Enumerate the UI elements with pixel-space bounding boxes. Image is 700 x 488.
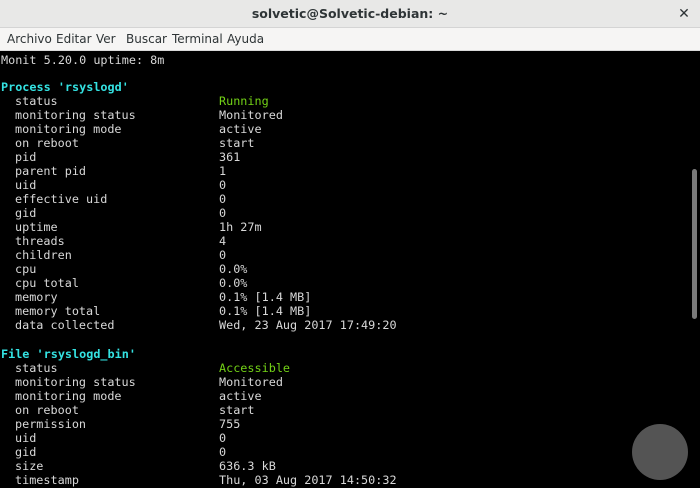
process-key: monitoring status (15, 108, 136, 122)
process-key: uid (15, 178, 37, 192)
process-value: 0 (219, 248, 227, 262)
file-key: on reboot (15, 403, 79, 417)
process-key: monitoring mode (15, 122, 122, 136)
process-key: on reboot (15, 136, 79, 150)
file-key: permission (15, 417, 87, 431)
process-key: effective uid (15, 192, 108, 206)
menu-archivo[interactable]: Archivo (7, 32, 52, 46)
process-key: memory (15, 290, 58, 304)
title-bar: solvetic@Solvetic-debian: ~ ✕ (0, 0, 700, 28)
file-value: 755 (219, 417, 241, 431)
file-value: active (219, 389, 262, 403)
menu-ver[interactable]: Ver (96, 32, 116, 46)
process-key: children (15, 248, 72, 262)
process-header: Process 'rsyslogd' (1, 80, 129, 94)
file-key: timestamp (15, 473, 79, 487)
file-value: 0 (219, 431, 227, 445)
window-title: solvetic@Solvetic-debian: ~ (251, 6, 449, 21)
file-value: Thu, 03 Aug 2017 14:50:32 (219, 473, 397, 487)
process-value: 361 (219, 150, 241, 164)
process-value: 0 (219, 178, 227, 192)
menu-buscar[interactable]: Buscar (126, 32, 167, 46)
file-value: Monitored (219, 375, 283, 389)
process-value: 1 (219, 164, 227, 178)
process-key: status (15, 94, 58, 108)
process-key: memory total (15, 304, 101, 318)
file-key: monitoring status (15, 375, 136, 389)
process-key: cpu (15, 262, 37, 276)
process-value: active (219, 122, 262, 136)
process-value: Monitored (219, 108, 283, 122)
file-key: status (15, 361, 58, 375)
process-value: 1h 27m (219, 220, 262, 234)
process-key: gid (15, 206, 37, 220)
process-status-value: Running (219, 94, 269, 108)
file-value: start (219, 403, 255, 417)
process-key: data collected (15, 318, 115, 332)
menu-bar: Archivo Editar Ver Buscar Terminal Ayuda (0, 28, 700, 51)
file-value: 0 (219, 445, 227, 459)
close-icon[interactable]: ✕ (676, 6, 692, 22)
terminal-output[interactable]: Monit 5.20.0 uptime: 8m Process 'rsyslog… (0, 51, 690, 488)
terminal-scrollbar[interactable] (690, 51, 700, 488)
menu-terminal[interactable]: Terminal (172, 32, 223, 46)
file-key: monitoring mode (15, 389, 122, 403)
process-value: 0 (219, 206, 227, 220)
process-value: Wed, 23 Aug 2017 17:49:20 (219, 318, 397, 332)
process-key: pid (15, 150, 37, 164)
file-value: 636.3 kB (219, 459, 276, 473)
file-key: uid (15, 431, 37, 445)
process-value: 4 (219, 234, 227, 248)
process-value: 0.1% [1.4 MB] (219, 304, 312, 318)
menu-ayuda[interactable]: Ayuda (227, 32, 264, 46)
process-value: 0.0% (219, 262, 248, 276)
process-value: 0.1% [1.4 MB] (219, 290, 312, 304)
file-key: gid (15, 445, 37, 459)
terminal-window: solvetic@Solvetic-debian: ~ ✕ Archivo Ed… (0, 0, 700, 488)
process-key: threads (15, 234, 65, 248)
file-status-value: Accessible (219, 361, 291, 375)
file-header: File 'rsyslogd_bin' (1, 347, 136, 361)
process-value: start (219, 136, 255, 150)
file-key: size (15, 459, 44, 473)
process-key: cpu total (15, 276, 79, 290)
menu-editar[interactable]: Editar (56, 32, 92, 46)
monit-version-line: Monit 5.20.0 uptime: 8m (1, 53, 165, 67)
scrollbar-thumb[interactable] (692, 169, 697, 319)
process-value: 0 (219, 192, 227, 206)
process-key: uptime (15, 220, 58, 234)
process-value: 0.0% (219, 276, 248, 290)
watermark-logo (632, 424, 688, 480)
process-key: parent pid (15, 164, 87, 178)
